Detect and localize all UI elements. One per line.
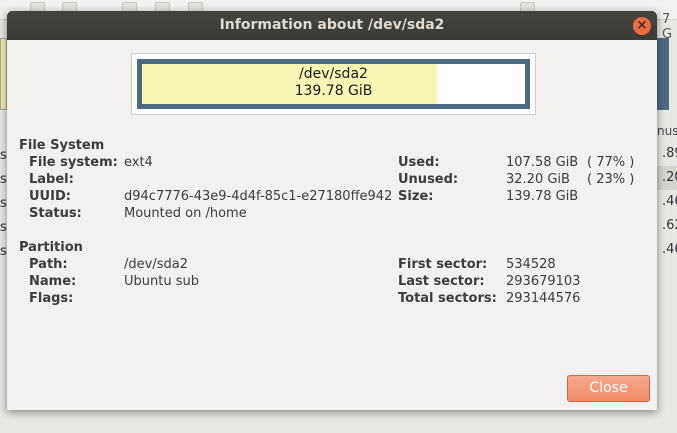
last-sector-label: Last sector: — [398, 274, 485, 289]
last-sector-value: 293679103 — [506, 274, 581, 289]
background-table-row[interactable]: .89 — [657, 142, 677, 166]
unused-label: Unused: — [398, 172, 459, 187]
background-left-row: se — [0, 196, 7, 211]
background-table-row[interactable]: .46 — [657, 190, 677, 214]
first-sector-value: 534528 — [506, 257, 556, 272]
path-label: Path: — [29, 257, 68, 272]
background-left-row: se — [0, 220, 7, 235]
close-button[interactable]: Close — [567, 375, 650, 402]
background-left-row: se — [0, 244, 7, 259]
flags-label: Flags: — [29, 291, 74, 306]
dialog-title: Information about /dev/sda2 — [219, 17, 445, 33]
label-label: Label: — [29, 172, 74, 187]
partition-usage-graphic: /dev/sda2 139.78 GiB — [131, 53, 536, 115]
name-value: Ubuntu sub — [124, 274, 199, 289]
dialog-titlebar[interactable]: Information about /dev/sda2 × — [7, 11, 657, 40]
status-label: Status: — [29, 206, 82, 221]
file-system-type-value: ext4 — [124, 155, 153, 170]
first-sector-label: First sector: — [398, 257, 488, 272]
partition-usage-frame: /dev/sda2 139.78 GiB — [137, 59, 530, 109]
name-label: Name: — [29, 274, 77, 289]
total-sectors-value: 293144576 — [506, 291, 581, 306]
unused-value: 32.20 GiB — [506, 172, 570, 187]
background-table-row[interactable]: .62 — [657, 214, 677, 238]
partition-heading: Partition — [19, 240, 83, 255]
uuid-value: d94c7776-43e9-4d4f-85c1-e27180ffe942 — [124, 189, 393, 204]
status-value: Mounted on /home — [124, 206, 247, 221]
background-partition-graphic-right — [657, 38, 669, 110]
usage-bar-device: /dev/sda2 — [299, 66, 368, 82]
size-label: Size: — [398, 189, 434, 204]
background-table-row[interactable]: .46 — [657, 238, 677, 262]
close-icon[interactable]: × — [633, 17, 651, 35]
background-partition-graphic-left — [0, 38, 7, 110]
usage-bar-size: 139.78 GiB — [294, 83, 373, 99]
total-sectors-label: Total sectors: — [398, 291, 497, 306]
background-column-header: nus — [657, 124, 677, 138]
path-value: /dev/sda2 — [124, 257, 188, 272]
information-dialog: Information about /dev/sda2 × /dev/sda2 … — [7, 11, 657, 410]
file-system-type-label: File system: — [29, 155, 118, 170]
unused-percent: ( 23% ) — [587, 172, 635, 187]
used-percent: ( 77% ) — [587, 155, 635, 170]
usage-bar-label: /dev/sda2 139.78 GiB — [142, 66, 525, 100]
file-system-heading: File System — [19, 138, 105, 153]
background-left-row: se — [0, 148, 7, 163]
used-value: 107.58 GiB — [506, 155, 579, 170]
used-label: Used: — [398, 155, 440, 170]
background-left-row: se — [0, 172, 7, 187]
size-value: 139.78 GiB — [506, 189, 579, 204]
background-table-row[interactable]: .20 — [657, 166, 677, 190]
uuid-label: UUID: — [29, 189, 71, 204]
